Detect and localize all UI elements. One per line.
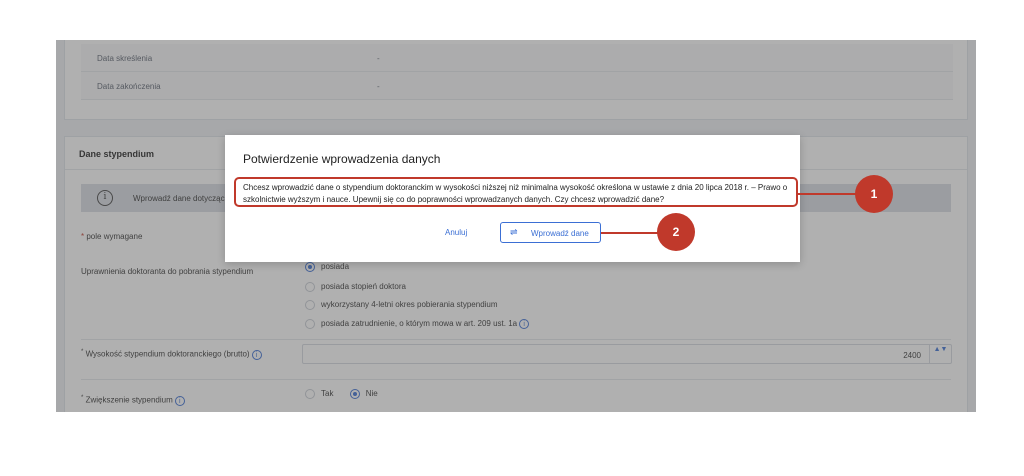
enter-data-icon: ⇌ [510, 227, 518, 237]
cancel-button[interactable]: Anuluj [445, 228, 467, 237]
app-viewport: Data skreślenia - Data zakończenia - Dan… [56, 40, 976, 412]
callout-badge-1: 1 [855, 175, 893, 213]
callout-line-1 [797, 193, 857, 195]
callout-badge-2: 2 [657, 213, 695, 251]
dialog-message: Chcesz wprowadzić dane o stypendium dokt… [243, 183, 788, 204]
submit-button[interactable]: ⇌ Wprowadź dane [500, 222, 601, 243]
submit-label: Wprowadź dane [531, 229, 589, 238]
callout-line-2 [601, 232, 659, 234]
confirmation-dialog: Potwierdzenie wprowadzenia danych Chcesz… [225, 135, 800, 262]
dialog-title: Potwierdzenie wprowadzenia danych [243, 152, 441, 166]
